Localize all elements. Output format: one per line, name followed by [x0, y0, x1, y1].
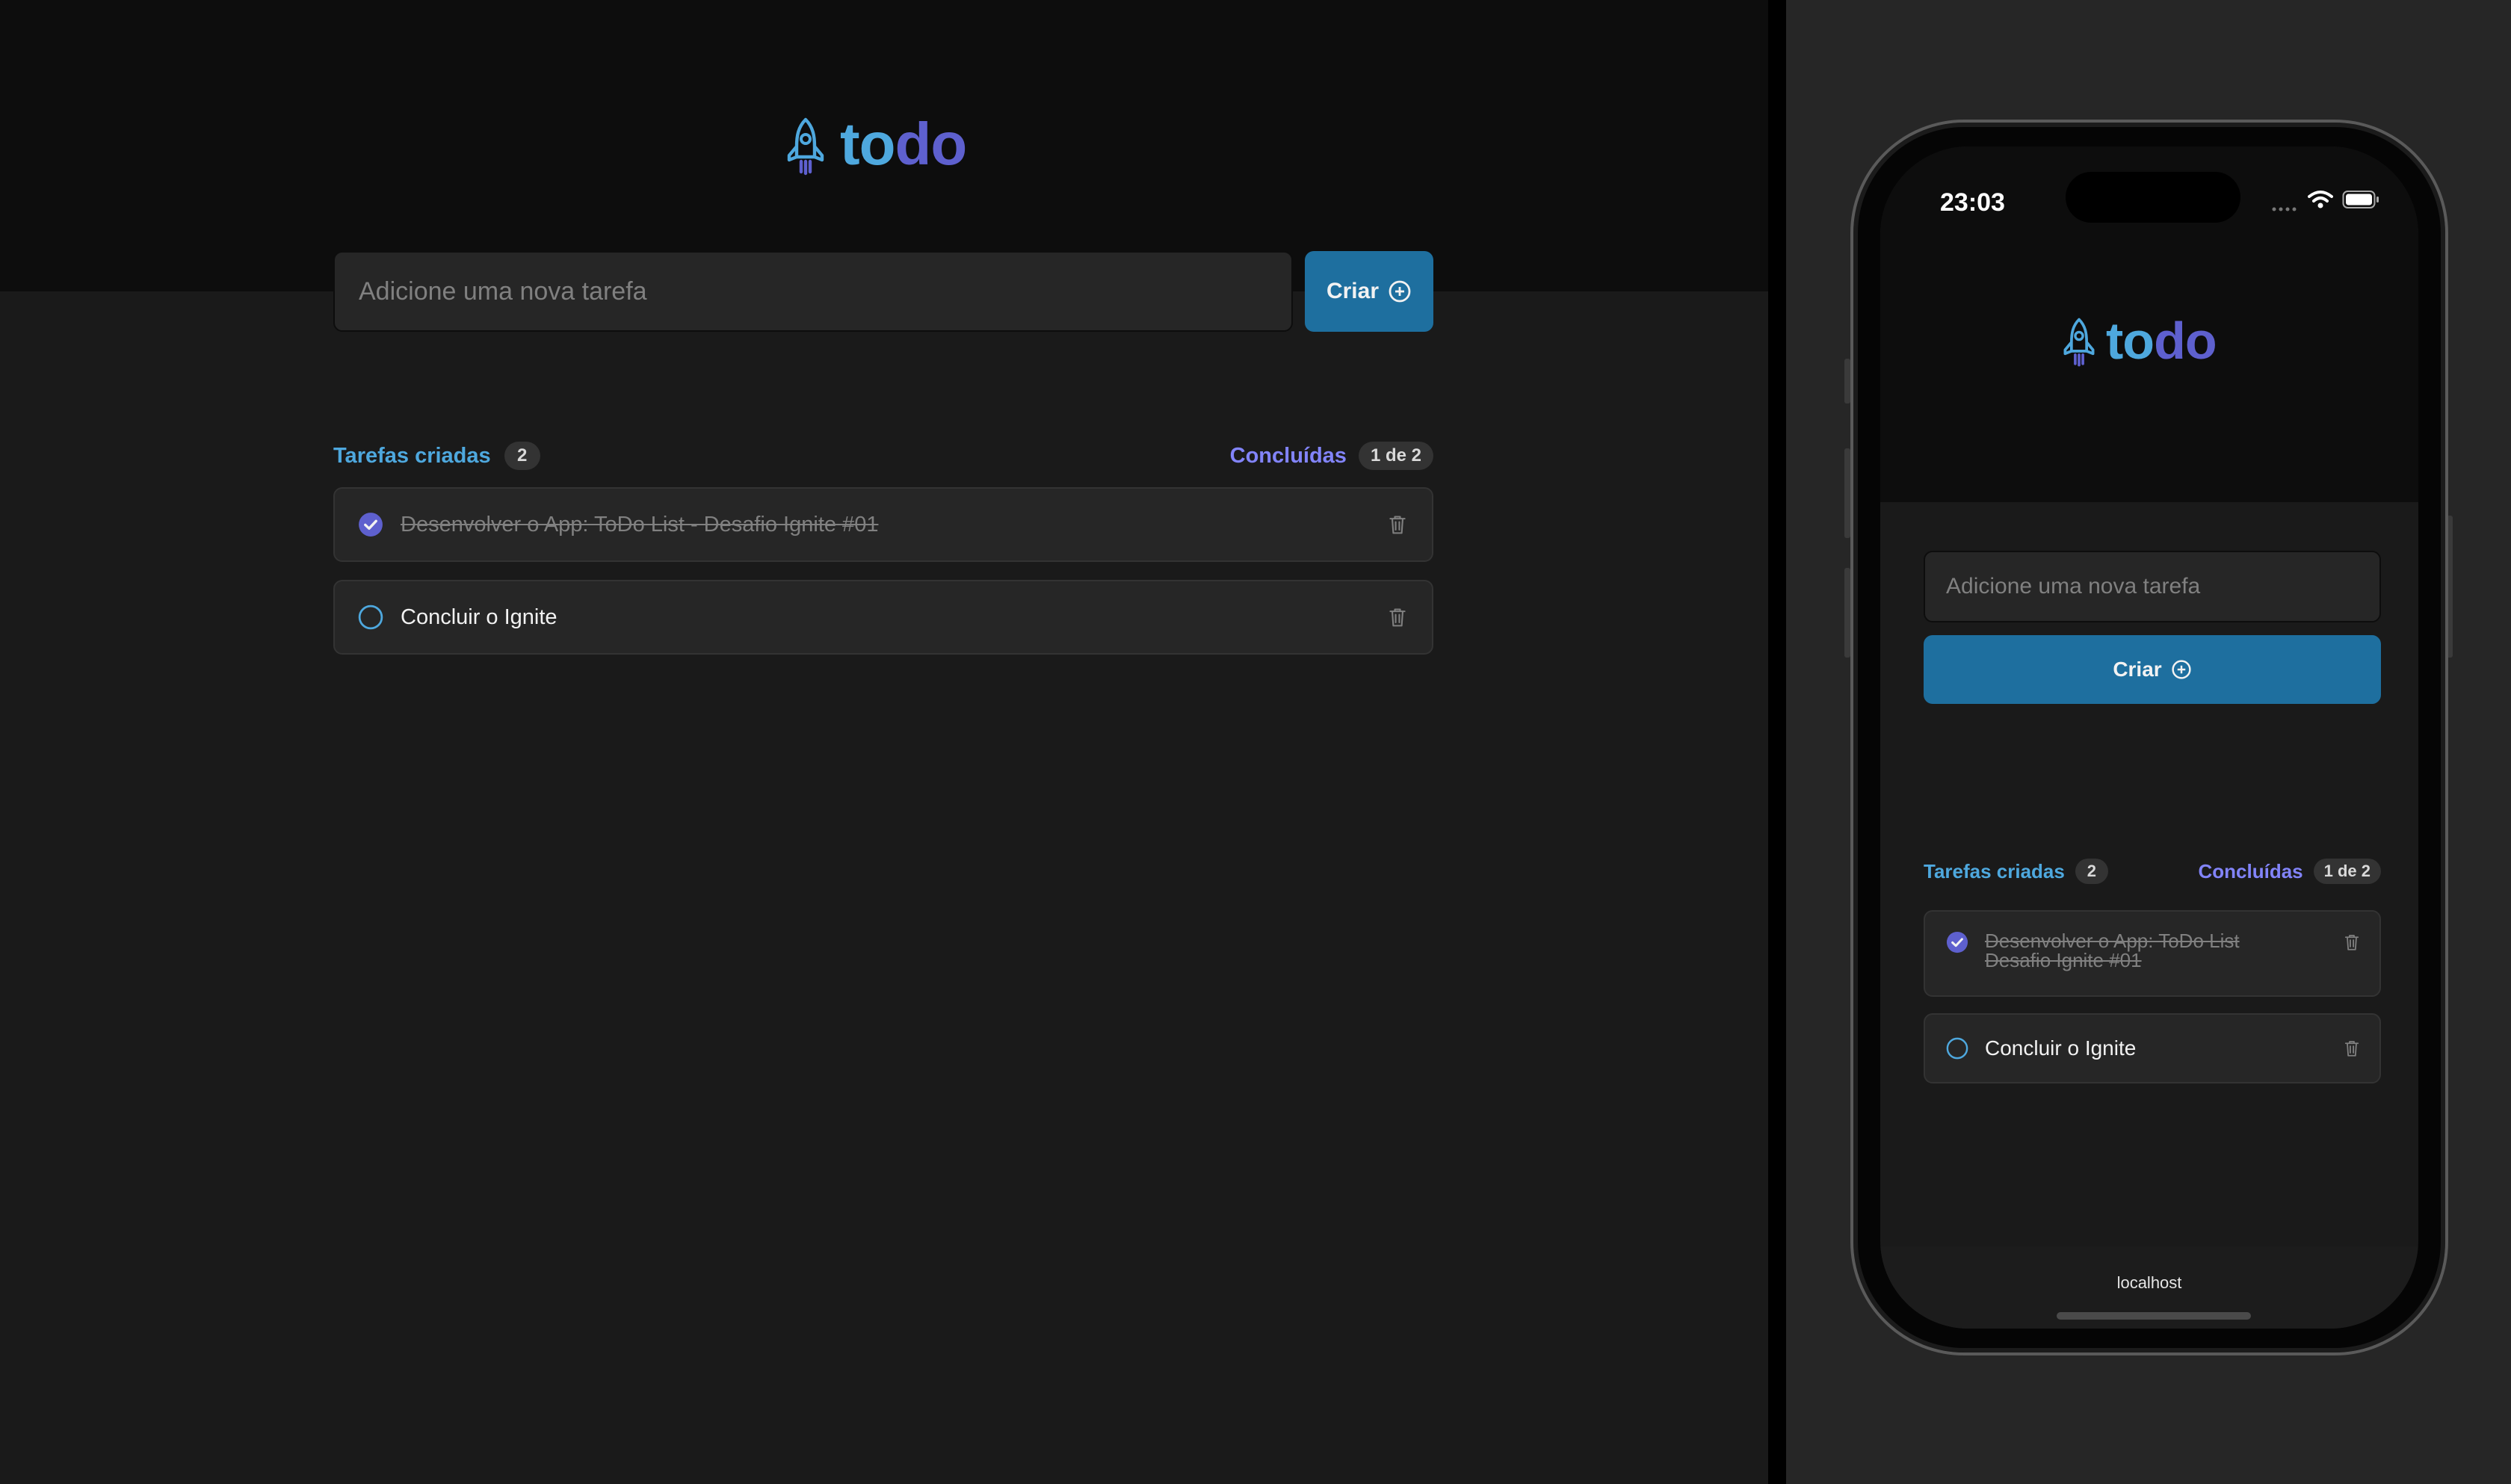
- trash-icon[interactable]: [2341, 1037, 2363, 1060]
- phone-frame: 23:03 todo Adicione uma nova tarefa Cria…: [1850, 120, 2448, 1355]
- logo-text-to: to: [840, 111, 896, 177]
- desktop-app: todo Adicione uma nova tarefa Criar Tare…: [0, 0, 1768, 1484]
- phone-button: [1844, 448, 1850, 538]
- circle-icon[interactable]: [1946, 1037, 1968, 1060]
- task-text: Concluir o Ignite: [1985, 1036, 2137, 1060]
- logo-text-to: to: [2106, 312, 2155, 370]
- done-counter: Concluídas 1 de 2: [1230, 442, 1433, 470]
- plus-circle-icon: [2172, 660, 2191, 679]
- phone-button: [1844, 359, 1850, 404]
- signal-icon: [2272, 207, 2297, 211]
- task-counters: Tarefas criadas 2 Concluídas 1 de 2: [333, 439, 1433, 472]
- trash-icon[interactable]: [1384, 511, 1411, 538]
- panel-divider: [1768, 0, 1786, 1484]
- task-item: Concluir o Ignite: [333, 580, 1433, 655]
- phone-screen: 23:03 todo Adicione uma nova tarefa Cria…: [1880, 146, 2418, 1329]
- phone-button: [1844, 568, 1850, 658]
- mobile-create-button[interactable]: Criar: [1924, 635, 2381, 704]
- logo-text-do: do: [2154, 312, 2217, 370]
- app-logo: todo: [786, 111, 968, 177]
- task-text: Desenvolver o App: ToDo List Desafio Ign…: [1985, 931, 2341, 970]
- task-text-line: Desafio Ignite #01: [1985, 949, 2142, 971]
- done-count-badge: 1 de 2: [1358, 442, 1433, 470]
- task-text: Concluir o Ignite: [401, 605, 558, 629]
- created-count-badge: 2: [504, 442, 540, 470]
- new-task-placeholder: Adicione uma nova tarefa: [1946, 574, 2201, 599]
- rocket-icon: [787, 117, 824, 176]
- done-count-badge: 1 de 2: [2313, 859, 2381, 884]
- done-label: Concluídas: [1229, 443, 1347, 468]
- browser-url[interactable]: localhost: [1880, 1273, 2418, 1293]
- create-button[interactable]: Criar: [1305, 251, 1433, 332]
- created-counter: Tarefas criadas 2: [333, 442, 540, 470]
- mobile-task-counters: Tarefas criadas 2 Concluídas 1 de 2: [1924, 856, 2381, 886]
- task-text-line: Desenvolver o App: ToDo List: [1985, 930, 2240, 952]
- task-item: Concluir o Ignite: [1924, 1013, 2381, 1083]
- task-item: Desenvolver o App: ToDo List - Desafio I…: [333, 487, 1433, 562]
- home-indicator[interactable]: [2057, 1312, 2251, 1320]
- created-counter: Tarefas criadas 2: [1924, 859, 2108, 884]
- create-button-label: Criar: [1326, 279, 1380, 303]
- battery-icon: [2342, 191, 2379, 208]
- new-task-placeholder: Adicione uma nova tarefa: [359, 276, 647, 306]
- mobile-app-logo: todo: [2063, 315, 2217, 368]
- task-item: Desenvolver o App: ToDo List Desafio Ign…: [1924, 910, 2381, 997]
- wifi-icon: [2308, 191, 2333, 208]
- logo-text: todo: [840, 111, 968, 177]
- new-task-input[interactable]: Adicione uma nova tarefa: [333, 251, 1293, 332]
- done-counter: Concluídas 1 de 2: [2198, 859, 2381, 884]
- status-time: 23:03: [1940, 188, 2005, 217]
- trash-icon[interactable]: [2341, 931, 2363, 953]
- logo-text: todo: [2106, 315, 2217, 367]
- rocket-icon: [2063, 318, 2095, 367]
- dynamic-island: [2066, 172, 2240, 223]
- check-circle-icon[interactable]: [357, 511, 384, 538]
- trash-icon[interactable]: [1384, 604, 1411, 631]
- check-circle-icon[interactable]: [1946, 931, 1968, 953]
- done-label: Concluídas: [2198, 859, 2303, 882]
- circle-icon[interactable]: [357, 604, 384, 631]
- mobile-new-task-input[interactable]: Adicione uma nova tarefa: [1924, 551, 2381, 622]
- plus-circle-icon: [1389, 280, 1411, 303]
- created-label: Tarefas criadas: [1924, 859, 2065, 882]
- logo-text-do: do: [895, 111, 968, 177]
- task-text: Desenvolver o App: ToDo List - Desafio I…: [401, 512, 879, 537]
- created-label: Tarefas criadas: [333, 443, 491, 468]
- created-count-badge: 2: [2075, 859, 2108, 884]
- create-button-label: Criar: [2113, 658, 2162, 681]
